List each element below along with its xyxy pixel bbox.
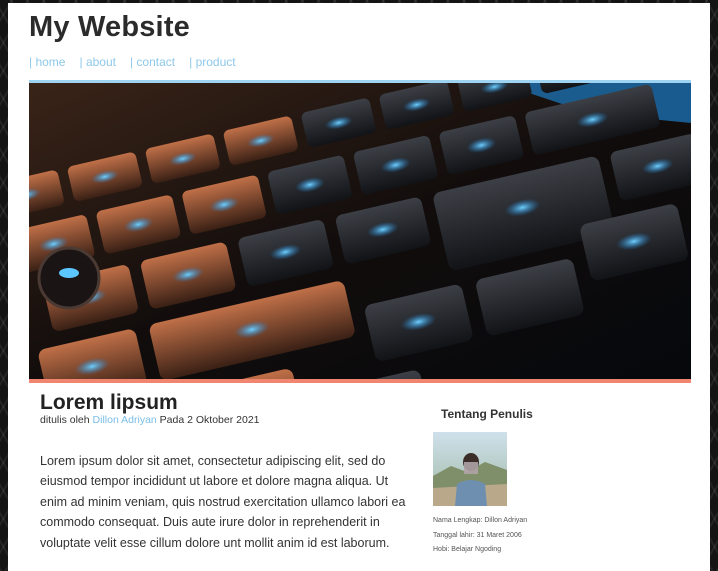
keyboard-photo-icon	[29, 83, 691, 379]
site-title: My Website	[29, 11, 191, 43]
post-byline: ditulis oleh Dillon Adriyan Pada 2 Oktob…	[40, 414, 260, 426]
author-birthdate: Tanggal lahir: 31 Maret 2006	[433, 532, 522, 539]
nav-product[interactable]: product	[189, 55, 236, 69]
author-hobby: Hobi: Belajar Ngoding	[433, 546, 502, 553]
author-portrait-icon	[433, 432, 507, 506]
nav-about[interactable]: about	[79, 55, 116, 69]
post-date: Pada 2 Oktober 2021	[159, 414, 260, 426]
post-body: Lorem ipsum dolor sit amet, consectetur …	[40, 454, 406, 550]
author-full-name: Nama Lengkap: Dillon Adriyan	[433, 517, 528, 524]
author-photo	[433, 432, 507, 506]
sidebar-title: Tentang Penulis	[441, 407, 533, 421]
main-nav: home about contact product	[29, 55, 236, 69]
author-link[interactable]: Dillon Adriyan	[93, 414, 157, 426]
nav-contact[interactable]: contact	[130, 55, 175, 69]
nav-home[interactable]: home	[29, 55, 65, 69]
page-container: My Website home about contact product	[8, 3, 710, 571]
post-title: Lorem lipsum	[40, 391, 178, 414]
byline-prefix: ditulis oleh	[40, 414, 90, 426]
hero-image	[29, 80, 691, 383]
